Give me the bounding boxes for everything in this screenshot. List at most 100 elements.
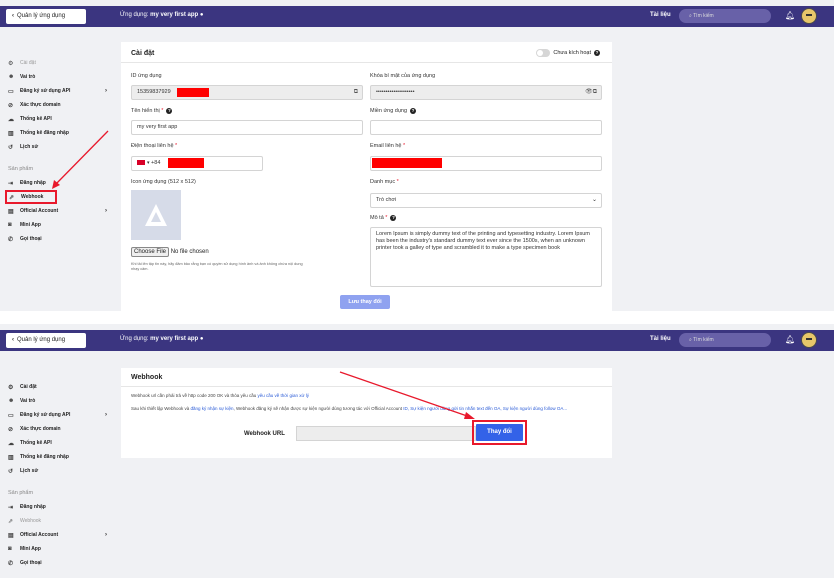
activation-toggle-group: Chưa kích hoạt ? xyxy=(536,49,600,57)
app-id-label: ID ứng dụng xyxy=(131,73,162,79)
laptop-icon: ▭ xyxy=(8,88,14,95)
description-textarea[interactable]: Lorem Ipsum is simply dummy text of the … xyxy=(370,227,602,287)
sidebar-item-history[interactable]: ↺ Lịch sử xyxy=(8,140,113,154)
chevron-left-icon: ‹ xyxy=(12,13,14,19)
copy-icon[interactable]: ⧉ xyxy=(354,86,358,99)
bell-icon[interactable]: 🔔︎ xyxy=(785,335,795,344)
history-icon: ↺ xyxy=(8,468,14,475)
event-types-link[interactable]: ID, Sự kiện người dùng gửi tin nhắn text… xyxy=(403,406,567,411)
top-navigation-bar: ‹ Quản lý ứng dụng Ứng dụng: my very firs… xyxy=(0,6,834,27)
history-icon: ↺ xyxy=(8,144,14,151)
sidebar-item-api-registration[interactable]: ▭ Đăng ký sử dụng API › xyxy=(8,84,113,98)
webhook-url-input[interactable] xyxy=(296,426,476,441)
app-id-field: 15359837929 ⧉ xyxy=(131,85,363,100)
id-card-icon: ▤ xyxy=(8,532,14,539)
settings-card: Cài đặt Chưa kích hoạt ? ID ứng dụng 153… xyxy=(121,42,612,311)
avatar[interactable] xyxy=(801,8,817,24)
description-label: Mô tả *? xyxy=(370,215,397,221)
docs-link[interactable]: Tài liệu xyxy=(650,336,671,342)
bar-chart-icon: ▥ xyxy=(8,130,14,137)
display-name-label: Tên hiển thị *? xyxy=(131,108,173,114)
category-select[interactable]: Trò chơi ⌄ xyxy=(370,193,602,208)
sidebar-item-login-stats[interactable]: ▥ Thống kê đăng nhập xyxy=(8,126,113,140)
help-icon: ? xyxy=(166,108,173,114)
sidebar: ⚙ Cài đặt ☻ Vai trò ▭ Đăng ký sử dụng API › … xyxy=(8,380,113,570)
login-icon: ⇥ xyxy=(8,504,14,511)
search-icon: ⌕ xyxy=(689,13,692,19)
bell-icon[interactable]: 🔔︎ xyxy=(785,11,795,20)
sidebar-item-roles[interactable]: ☻ Vai trò xyxy=(8,394,113,408)
help-icon: ? xyxy=(410,108,417,114)
sidebar-item-official-account[interactable]: ▤ Official Account › xyxy=(8,528,113,542)
phone-label: Điện thoại liên hệ * xyxy=(131,143,178,149)
sidebar-item-mini-app[interactable]: ◙ Mini App xyxy=(8,218,113,232)
category-label: Danh mục * xyxy=(370,179,399,185)
upload-hint: Khi tải lên tập tin này, hãy đảm bảo rằn… xyxy=(131,262,303,271)
id-card-icon: ▤ xyxy=(8,208,14,215)
secret-key-label: Khóa bí mật của ứng dụng xyxy=(370,73,436,79)
chevron-right-icon: › xyxy=(105,532,107,538)
eye-copy-icon[interactable]: 👁︎⧉ xyxy=(585,86,597,99)
save-changes-button[interactable]: Lưu thay đổi xyxy=(340,295,390,309)
back-to-apps-button[interactable]: ‹ Quản lý ứng dụng xyxy=(6,9,86,24)
login-icon: ⇥ xyxy=(8,180,14,187)
products-section-label: Sản phẩm xyxy=(8,490,34,496)
display-name-input[interactable]: my very first app xyxy=(131,120,363,135)
settings-screenshot-panel: ‹ Quản lý ứng dụng Ứng dụng: my very firs… xyxy=(0,0,834,311)
check-circle-icon: ⊘ xyxy=(8,102,14,109)
app-domain-label: Miền ứng dụng? xyxy=(370,108,417,114)
phone-icon: ✆ xyxy=(8,236,14,243)
webhook-screenshot-panel: ‹ Quản lý ứng dụng Ứng dụng: my very firs… xyxy=(0,324,834,578)
sidebar-item-domain-verification[interactable]: ⊘ Xác thực domain xyxy=(8,98,113,112)
search-icon: ⌕ xyxy=(689,337,692,343)
app-domain-input[interactable] xyxy=(370,120,602,135)
event-registration-link[interactable]: đăng ký nhận sự kiện xyxy=(190,406,233,411)
search-input[interactable]: ⌕ Tìm kiếm xyxy=(679,9,771,23)
secret-key-field: •••••••••••••••••••• 👁︎⧉ xyxy=(370,85,602,100)
file-chooser[interactable]: Choose File No file chosen xyxy=(131,247,209,257)
sidebar-item-settings[interactable]: ⚙ Cài đặt xyxy=(8,380,113,394)
processing-time-link[interactable]: yêu cầu về thời gian xử lý xyxy=(258,393,310,398)
avatar[interactable] xyxy=(801,332,817,348)
settings-title: Cài đặt xyxy=(131,50,155,57)
back-to-apps-button[interactable]: ‹ Quản lý ứng dụng xyxy=(6,333,86,348)
sidebar-item-webhook[interactable]: ⇗ Webhook xyxy=(5,190,57,204)
external-link-icon: ⇗ xyxy=(8,518,14,525)
sidebar-item-login[interactable]: ⇥ Đăng nhập xyxy=(8,500,113,514)
user-icon: ☻ xyxy=(8,74,15,80)
sidebar-item-domain-verification[interactable]: ⊘ Xác thực domain xyxy=(8,422,113,436)
sidebar-item-webhook[interactable]: ⇗ Webhook xyxy=(8,514,113,528)
webhook-url-label: Webhook URL xyxy=(244,431,285,437)
sidebar-item-api-registration[interactable]: ▭ Đăng ký sử dụng API › xyxy=(8,408,113,422)
search-input[interactable]: ⌕ Tìm kiếm xyxy=(679,333,771,347)
sidebar-item-settings[interactable]: ⚙ Cài đặt xyxy=(8,56,113,70)
app-title: Ứng dụng: my very first app ● xyxy=(120,12,204,18)
mini-app-icon: ◙ xyxy=(8,222,12,228)
docs-link[interactable]: Tài liệu xyxy=(650,12,671,18)
sidebar-item-api-stats[interactable]: ☁ Thống kê API xyxy=(8,112,113,126)
activation-toggle[interactable] xyxy=(536,49,551,57)
change-webhook-button[interactable]: Thay đổi xyxy=(476,424,523,441)
help-icon[interactable]: ? xyxy=(594,50,600,56)
products-section-label: Sản phẩm xyxy=(8,166,34,172)
sidebar-item-voice-call[interactable]: ✆ Gọi thoại xyxy=(8,556,113,570)
help-icon: ? xyxy=(390,215,397,221)
user-icon: ☻ xyxy=(8,398,15,404)
sidebar-item-history[interactable]: ↺ Lịch sử xyxy=(8,464,113,478)
top-navigation-bar: ‹ Quản lý ứng dụng Ứng dụng: my very firs… xyxy=(0,330,834,351)
sidebar-item-api-stats[interactable]: ☁ Thống kê API xyxy=(8,436,113,450)
sidebar-item-roles[interactable]: ☻ Vai trò xyxy=(8,70,113,84)
sidebar-item-login[interactable]: ⇥ Đăng nhập xyxy=(8,176,113,190)
cloud-icon: ☁ xyxy=(8,116,14,123)
chevron-right-icon: › xyxy=(105,88,107,94)
sidebar-item-mini-app[interactable]: ◙ Mini App xyxy=(8,542,113,556)
sidebar-item-official-account[interactable]: ▤ Official Account › xyxy=(8,204,113,218)
chevron-left-icon: ‹ xyxy=(12,337,14,343)
app-icon-label: Icon ứng dụng (512 x 512) xyxy=(131,179,196,185)
laptop-icon: ▭ xyxy=(8,412,14,419)
phone-icon: ✆ xyxy=(8,560,14,567)
sidebar-item-voice-call[interactable]: ✆ Gọi thoại xyxy=(8,232,113,246)
chevron-down-icon: ⌄ xyxy=(591,197,597,203)
bar-chart-icon: ▥ xyxy=(8,454,14,461)
sidebar-item-login-stats[interactable]: ▥ Thống kê đăng nhập xyxy=(8,450,113,464)
